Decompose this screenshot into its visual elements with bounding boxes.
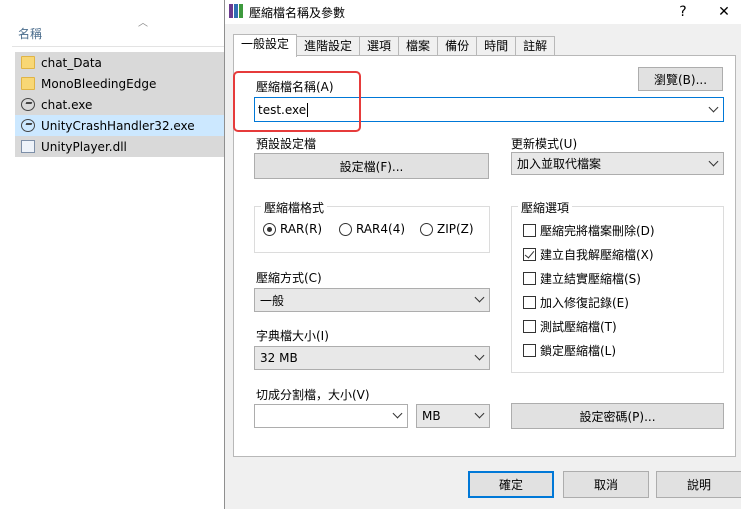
help-title-button[interactable]: ? — [668, 2, 698, 22]
file-name: UnityPlayer.dll — [41, 139, 127, 154]
option-label: 建立自我解壓縮檔(X) — [540, 248, 654, 262]
folder-icon — [21, 77, 35, 90]
folder-icon — [21, 56, 35, 69]
archive-name-and-parameters-dialog: 壓縮檔名稱及參數 ? ✕ 一般設定 進階設定 選項 檔案 備份 時間 註解 壓縮… — [224, 0, 741, 509]
radio-indicator — [339, 222, 352, 236]
chevron-down-icon — [708, 156, 719, 166]
tab-strip: 一般設定 進階設定 選項 檔案 備份 時間 註解 — [233, 34, 556, 57]
radio-selected-indicator — [263, 222, 276, 236]
file-name: MonoBleedingEdge — [41, 76, 157, 91]
file-row-chat-data[interactable]: chat_Data — [15, 52, 224, 73]
format-zip-radio[interactable]: ZIP(Z) — [420, 222, 474, 236]
option-label: 鎖定壓縮檔(L) — [540, 344, 617, 358]
file-row-monobleedingedge[interactable]: MonoBleedingEdge — [15, 73, 224, 94]
split-unit-select[interactable]: MB — [416, 404, 490, 428]
chevron-down-icon[interactable] — [708, 102, 719, 112]
chevron-down-icon — [474, 350, 485, 361]
set-password-button[interactable]: 設定密碼(P)... — [511, 403, 724, 429]
checkbox-indicator — [523, 296, 536, 309]
header-divider — [12, 46, 224, 47]
split-volumes-label: 切成分割檔，大小(V) — [256, 388, 370, 402]
archiving-options-title: 壓縮選項 — [518, 199, 573, 216]
unity-exe-icon — [21, 119, 35, 132]
profile-label: 預設設定檔 — [256, 137, 317, 151]
compression-method-value: 一般 — [260, 293, 285, 308]
checkbox-indicator — [523, 320, 536, 333]
column-header-name[interactable]: 名稱 — [18, 25, 42, 42]
cancel-button[interactable]: 取消 — [563, 471, 649, 498]
format-rar-radio[interactable]: RAR(R) — [263, 222, 322, 236]
option-label: 建立結實壓縮檔(S) — [540, 272, 641, 286]
file-row-chat-exe[interactable]: chat.exe — [15, 94, 224, 115]
winrar-app-icon — [229, 4, 243, 18]
split-unit-value: MB — [422, 409, 441, 423]
delete-after-archiving-checkbox[interactable]: 壓縮完將檔案刪除(D) — [523, 222, 655, 239]
update-mode-value: 加入並取代檔案 — [517, 157, 602, 171]
format-zip-label: ZIP(Z) — [437, 222, 474, 236]
format-rar4-label: RAR4(4) — [356, 222, 406, 236]
profiles-button[interactable]: 設定檔(F)... — [254, 153, 489, 179]
test-archive-checkbox[interactable]: 測試壓縮檔(T) — [523, 318, 617, 335]
create-solid-archive-checkbox[interactable]: 建立結實壓縮檔(S) — [523, 270, 641, 287]
update-mode-label: 更新模式(U) — [511, 137, 578, 151]
file-name: UnityCrashHandler32.exe — [41, 118, 195, 133]
option-label: 壓縮完將檔案刪除(D) — [540, 224, 655, 238]
radio-indicator — [420, 222, 433, 236]
format-rar4-radio[interactable]: RAR4(4) — [339, 222, 405, 236]
checkbox-indicator — [523, 272, 536, 285]
dictionary-size-select[interactable]: 32 MB — [254, 346, 490, 370]
unity-exe-icon — [21, 98, 35, 111]
archive-format-title: 壓縮檔格式 — [261, 199, 328, 216]
sort-ascending-icon: ︿ — [138, 18, 148, 29]
dictionary-size-label: 字典檔大小(I) — [256, 329, 329, 343]
option-label: 加入修復記錄(E) — [540, 296, 629, 310]
title-bar: 壓縮檔名稱及參數 ? ✕ — [225, 0, 741, 24]
checkmark-icon — [523, 248, 536, 261]
file-explorer-window: ︿ 名稱 chat_Data MonoBleedingEdge chat.exe… — [0, 0, 224, 509]
tab-advanced[interactable]: 進階設定 — [296, 36, 361, 56]
dictionary-size-value: 32 MB — [260, 351, 298, 365]
file-row-unityplayer-dll[interactable]: UnityPlayer.dll — [15, 136, 224, 157]
tab-backup[interactable]: 備份 — [437, 36, 478, 56]
ok-button[interactable]: 確定 — [468, 471, 554, 498]
compression-method-label: 壓縮方式(C) — [256, 271, 322, 285]
split-size-input[interactable] — [254, 404, 408, 428]
browse-button[interactable]: 瀏覽(B)... — [638, 67, 723, 91]
dll-file-icon — [21, 140, 35, 153]
chevron-down-icon — [474, 292, 485, 303]
update-mode-select[interactable]: 加入並取代檔案 — [511, 152, 724, 175]
create-sfx-checkbox[interactable]: 建立自我解壓縮檔(X) — [523, 246, 654, 263]
dialog-title: 壓縮檔名稱及參數 — [249, 6, 346, 20]
close-icon[interactable]: ✕ — [709, 2, 739, 22]
add-recovery-record-checkbox[interactable]: 加入修復記錄(E) — [523, 294, 629, 311]
checkbox-indicator — [523, 224, 536, 237]
tab-comment[interactable]: 註解 — [515, 36, 556, 56]
lock-archive-checkbox[interactable]: 鎖定壓縮檔(L) — [523, 342, 616, 359]
tab-general[interactable]: 一般設定 — [233, 34, 298, 57]
compression-method-select[interactable]: 一般 — [254, 288, 490, 312]
file-row-unitycrashhandler[interactable]: UnityCrashHandler32.exe — [15, 115, 224, 136]
tab-options[interactable]: 選項 — [359, 36, 400, 56]
tab-time[interactable]: 時間 — [476, 36, 517, 56]
red-highlight-box — [233, 71, 361, 132]
format-rar-label: RAR(R) — [280, 222, 323, 236]
help-button[interactable]: 說明 — [656, 471, 741, 498]
tab-files[interactable]: 檔案 — [398, 36, 439, 56]
checkbox-indicator — [523, 344, 536, 357]
chevron-down-icon — [392, 408, 403, 419]
option-label: 測試壓縮檔(T) — [540, 320, 617, 334]
file-name: chat.exe — [41, 97, 93, 112]
file-name: chat_Data — [41, 55, 102, 70]
chevron-down-icon — [474, 408, 485, 419]
